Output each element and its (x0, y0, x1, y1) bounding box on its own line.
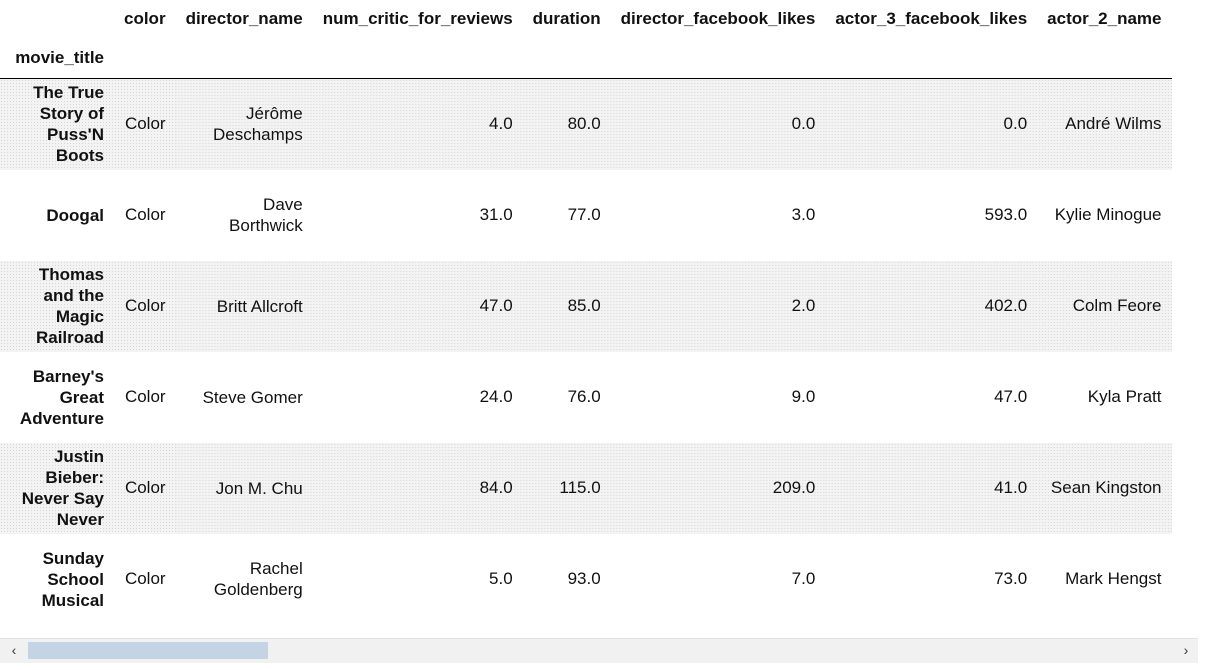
index-name-header: movie_title (0, 38, 114, 79)
row-index: Barney's Great Adventure (19, 366, 104, 428)
horizontal-scrollbar[interactable]: ‹ › (0, 638, 1198, 663)
column-header: actor_2_name (1047, 9, 1162, 28)
cell-num-critic-for-reviews: 31.0 (479, 205, 513, 224)
row-index: Justin Bieber: Never Say Never (21, 447, 104, 529)
column-header-row: color director_name num_critic_for_revie… (0, 0, 1172, 38)
cell-num-critic-for-reviews: 84.0 (479, 478, 513, 497)
dataframe-table: color director_name num_critic_for_revie… (0, 0, 1172, 625)
table-row: Doogal Color Dave Borthwick 31.0 77.0 3.… (0, 169, 1172, 261)
cell-actor-3-facebook-likes: 41.0 (994, 478, 1028, 497)
cell-actor-3-facebook-likes: 0.0 (1003, 114, 1028, 134)
table-row: Barney's Great Adventure Color Steve Gom… (0, 351, 1172, 443)
corner-header (0, 0, 114, 38)
cell-duration: 77.0 (567, 205, 601, 224)
cell-actor-2-name: Mark Hengst (1065, 569, 1162, 588)
cell-actor-2-name: Kyla Pratt (1087, 387, 1162, 406)
cell-duration: 80.0 (567, 114, 601, 134)
row-index: Thomas and the Magic Railroad (35, 265, 104, 347)
column-header: duration (532, 9, 601, 28)
cell-director-name: Rachel Goldenberg (213, 559, 303, 599)
cell-duration: 93.0 (567, 569, 601, 588)
row-index: Sunday School Musical (41, 548, 104, 610)
table-row: Sunday School Musical Color Rachel Golde… (0, 533, 1172, 625)
row-index: The True Story of Puss'N Boots (33, 83, 104, 166)
column-header: color (124, 9, 166, 28)
cell-actor-2-name: Sean Kingston (1050, 478, 1162, 497)
dataframe-viewport: color director_name num_critic_for_revie… (0, 0, 1198, 638)
cell-color: Color (124, 569, 166, 588)
cell-color: Color (124, 114, 166, 134)
cell-actor-3-facebook-likes: 73.0 (994, 569, 1028, 588)
cell-director-name: Dave Borthwick (229, 195, 303, 235)
cell-director-facebook-likes: 209.0 (772, 478, 816, 497)
row-index: Doogal (46, 205, 104, 225)
scrollbar-thumb[interactable] (28, 642, 268, 659)
cell-duration: 76.0 (567, 387, 601, 406)
cell-actor-2-name: André Wilms (1065, 114, 1162, 134)
index-header-spacer (1037, 38, 1172, 79)
cell-duration: 85.0 (567, 296, 601, 315)
cell-color: Color (124, 387, 166, 406)
cell-color: Color (124, 296, 166, 315)
cell-actor-3-facebook-likes: 593.0 (984, 205, 1028, 224)
index-header-spacer (175, 38, 313, 79)
cell-num-critic-for-reviews: 24.0 (479, 387, 513, 406)
cell-num-critic-for-reviews: 4.0 (489, 114, 513, 134)
index-header-spacer (114, 38, 176, 79)
table-row: Justin Bieber: Never Say Never Color Jon… (0, 442, 1172, 534)
cell-actor-2-name: Kylie Minogue (1054, 205, 1162, 224)
index-header-spacer (610, 38, 826, 79)
index-header-spacer (522, 38, 611, 79)
cell-director-facebook-likes: 0.0 (791, 114, 816, 134)
index-header-spacer (312, 38, 523, 79)
table-row: Thomas and the Magic Railroad Color Brit… (0, 260, 1172, 352)
column-header: director_facebook_likes (620, 9, 816, 28)
scroll-right-icon[interactable]: › (1177, 641, 1195, 659)
table-row: The True Story of Puss'N Boots Color Jér… (0, 78, 1172, 170)
cell-director-facebook-likes: 9.0 (791, 387, 816, 406)
cell-director-name: Jon M. Chu (215, 478, 303, 498)
cell-color: Color (124, 478, 166, 497)
cell-actor-2-name: Colm Feore (1072, 296, 1162, 315)
cell-director-facebook-likes: 3.0 (791, 205, 816, 224)
column-header: director_name (185, 9, 303, 28)
cell-duration: 115.0 (559, 478, 601, 497)
cell-num-critic-for-reviews: 5.0 (489, 569, 513, 588)
scroll-left-icon[interactable]: ‹ (5, 641, 23, 659)
cell-director-facebook-likes: 2.0 (791, 296, 816, 315)
cell-director-facebook-likes: 7.0 (791, 569, 816, 588)
cell-actor-3-facebook-likes: 402.0 (984, 296, 1028, 315)
cell-director-name: Jérôme Deschamps (212, 104, 303, 145)
cell-actor-3-facebook-likes: 47.0 (994, 387, 1028, 406)
cell-director-name: Britt Allcroft (216, 296, 303, 316)
cell-director-name: Steve Gomer (202, 387, 303, 407)
cell-num-critic-for-reviews: 47.0 (479, 296, 513, 315)
index-header-row: movie_title (0, 38, 1172, 79)
index-header-spacer (825, 38, 1038, 79)
column-header: actor_3_facebook_likes (835, 9, 1028, 28)
column-header: num_critic_for_reviews (322, 9, 513, 28)
cell-color: Color (124, 205, 166, 224)
